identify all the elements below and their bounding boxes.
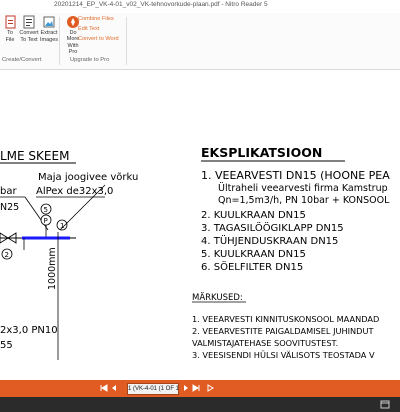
convert-text-label-1: Convert	[19, 30, 39, 36]
callout-2-text: 2	[5, 251, 9, 259]
drawing-canvas: LME SKEEM Maja joogivee võrku AlPex de32…	[0, 145, 390, 360]
item-1-detail-a: Ültraheli veearvesti firma Kamstrup	[218, 183, 388, 194]
view-mode-icon[interactable]	[380, 400, 390, 409]
notes-title: MÄRKUSED:	[192, 292, 243, 303]
item-5: 5. KUULKRAAN DN15	[201, 249, 306, 260]
ribbon-toolbar: To File Convert To Text Extract Images D…	[0, 13, 400, 70]
edit-text-link[interactable]: Edit Text	[78, 26, 99, 32]
bar-label: bar	[0, 186, 17, 197]
to-file-label-1: To	[7, 30, 13, 36]
next-page-icon[interactable]	[182, 384, 190, 392]
explication-title: EKSPLIKATSIOON	[201, 145, 322, 160]
text-convert-icon	[23, 15, 35, 29]
page-number-field[interactable]: 1 (VK-4-01 (1 OF 1)	[127, 383, 179, 395]
item-3: 3. TAGASILÖÖGIKLAPP DN15	[201, 221, 344, 234]
pipe-bottom-label-1: 2x3,0 PN10	[0, 325, 58, 336]
extract-images-button[interactable]: Extract Images	[39, 15, 59, 53]
callout-1-text: 1	[60, 222, 64, 230]
pipe-label-1: Maja joogivee võrku	[38, 172, 138, 183]
create-convert-group-label: Create/Convert	[2, 57, 42, 63]
ribbon-divider	[126, 17, 127, 65]
note-1: 1. VEEARVESTI KINNITUSKONSOOL MAANDAD	[192, 314, 379, 324]
schematic-title: LME SKEEM	[0, 149, 69, 163]
image-extract-icon	[43, 16, 55, 28]
combine-files-link[interactable]: Combine Files	[78, 16, 114, 22]
title-bar: 20201214_EP_VK-4-01_v02_VK-tehnovorkude-…	[0, 0, 400, 14]
upgrade-group-label: Upgrade to Pro	[70, 57, 110, 63]
convert-to-text-button[interactable]: Convert To Text	[19, 15, 39, 53]
to-file-label-2: File	[5, 37, 15, 43]
status-bar	[0, 380, 400, 397]
convert-to-word-link[interactable]: Convert to Word	[78, 36, 119, 42]
item-4: 4. TÜHJENDUSKRAAN DN15	[201, 234, 338, 247]
pipe-bottom-label-2: 55	[0, 340, 13, 351]
extract-images-label-2: Images	[39, 37, 59, 43]
item-6: 6. SÖELFILTER DN15	[201, 260, 303, 273]
bottom-bar	[0, 397, 400, 412]
extract-images-label-1: Extract	[40, 30, 58, 36]
document-view[interactable]: LME SKEEM Maja joogivee võrku AlPex de32…	[0, 70, 400, 380]
n25-label: N25	[0, 202, 19, 213]
note-2-cont: VALMISTAJATEHASE SOOVITUSTEST.	[192, 338, 338, 348]
item-1: 1. VEEARVESTI DN15 (HOONE PEA	[201, 169, 390, 182]
window-title: 20201214_EP_VK-4-01_v02_VK-tehnovorkude-…	[54, 1, 268, 8]
last-page-icon[interactable]	[192, 384, 200, 392]
file-convert-icon	[5, 15, 16, 29]
callout-p-text: P	[44, 217, 48, 225]
item-2: 2. KUULKRAAN DN15	[201, 210, 306, 221]
callout-5-text: 5	[44, 206, 48, 214]
note-3: 3. VEESISENDI HÜLSI VÄLISOTS TEOSTADA V	[192, 350, 375, 360]
height-label: 1000mm	[47, 247, 58, 290]
do-more-label-2: With Pro	[67, 43, 79, 55]
note-2: 2. VEEARVESTITE PAIGALDAMISEL JUHINDUT	[192, 326, 374, 336]
convert-to-file-button[interactable]: To File	[0, 15, 20, 53]
first-page-icon[interactable]	[100, 384, 108, 392]
ribbon-divider	[59, 17, 60, 65]
item-1-detail-b: Qn=1,5m3/h, PN 10bar + KONSOOL	[218, 195, 390, 206]
play-icon[interactable]	[206, 384, 214, 392]
previous-page-icon[interactable]	[110, 384, 118, 392]
convert-text-label-2: To Text	[20, 37, 38, 43]
